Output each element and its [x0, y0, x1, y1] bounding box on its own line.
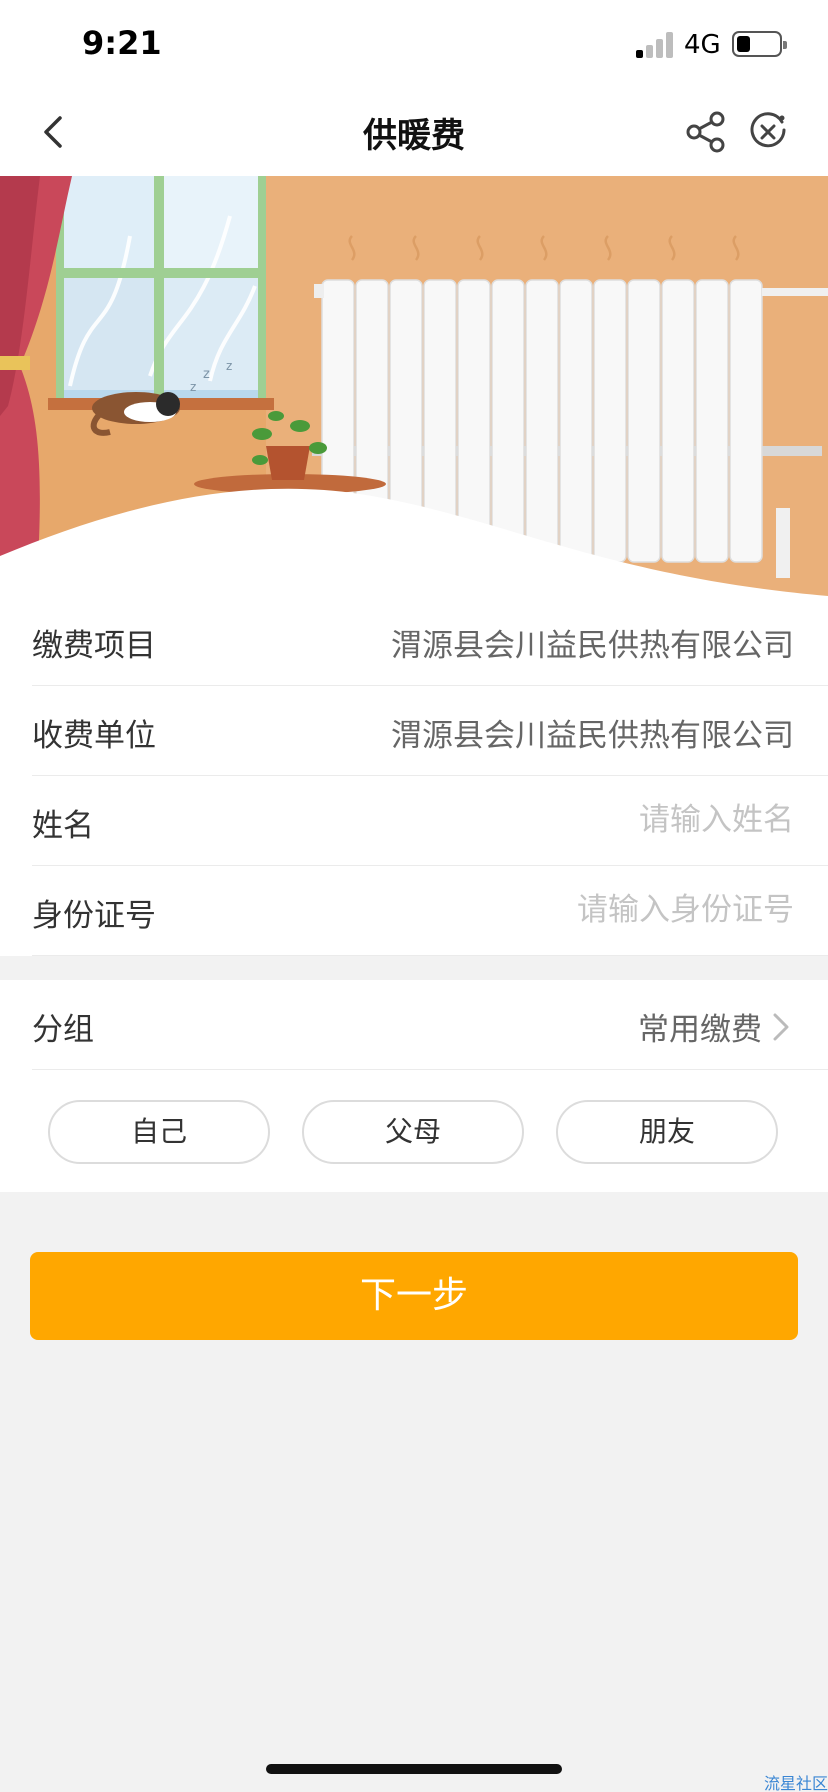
svg-text:z: z [203, 367, 210, 382]
share-button[interactable] [682, 108, 730, 156]
payment-info-card: 缴费项目 渭源县会川益民供热有限公司 收费单位 渭源县会川益民供热有限公司 姓名… [0, 596, 828, 956]
payee-label: 收费单位 [32, 718, 156, 754]
payee-value: 渭源县会川益民供热有限公司 [391, 718, 794, 754]
id-number-input[interactable] [374, 884, 794, 936]
name-label: 姓名 [32, 808, 94, 844]
group-option-self[interactable]: 自己 [48, 1100, 270, 1164]
status-time: 9:21 [82, 24, 162, 62]
next-step-button[interactable]: 下一步 [30, 1252, 798, 1340]
svg-text:z: z [226, 359, 232, 373]
network-label: 4G [684, 30, 721, 60]
payment-item-value: 渭源县会川益民供热有限公司 [391, 628, 794, 664]
share-icon [686, 111, 725, 153]
group-selected-value: 常用缴费 [638, 1012, 762, 1048]
name-input[interactable] [374, 794, 794, 846]
group-option-friends[interactable]: 朋友 [556, 1100, 778, 1164]
close-button[interactable] [744, 108, 792, 156]
heating-banner: z z z [0, 176, 828, 596]
payment-item-label: 缴费项目 [32, 628, 156, 664]
home-indicator[interactable] [266, 1764, 562, 1774]
row-group[interactable]: 分组 常用缴费 [32, 980, 828, 1070]
screen: 9:21 4G 供暖费 z z z 缴费项目 渭源县会川益民供热有限公司 收费单… [0, 0, 828, 1792]
chevron-right-icon [773, 1013, 789, 1041]
id-number-label: 身份证号 [32, 898, 156, 934]
nav-bar: 供暖费 [0, 88, 828, 176]
status-bar: 9:21 4G [0, 0, 828, 88]
svg-text:z: z [190, 380, 196, 394]
group-label: 分组 [32, 1012, 94, 1048]
close-circle-icon [750, 112, 786, 148]
row-payee: 收费单位 渭源县会川益民供热有限公司 [32, 686, 828, 776]
signal-icon [636, 32, 674, 58]
row-payment-item: 缴费项目 渭源县会川益民供热有限公司 [32, 596, 828, 686]
row-name: 姓名 [32, 776, 828, 866]
group-card: 分组 常用缴费 自己 父母 朋友 [0, 980, 828, 1192]
battery-icon [732, 31, 787, 57]
group-option-parents[interactable]: 父母 [302, 1100, 524, 1164]
watermark: 流星社区 [763, 1774, 828, 1792]
banner-illustration: z z z [0, 176, 828, 596]
row-id-number: 身份证号 [32, 866, 828, 956]
